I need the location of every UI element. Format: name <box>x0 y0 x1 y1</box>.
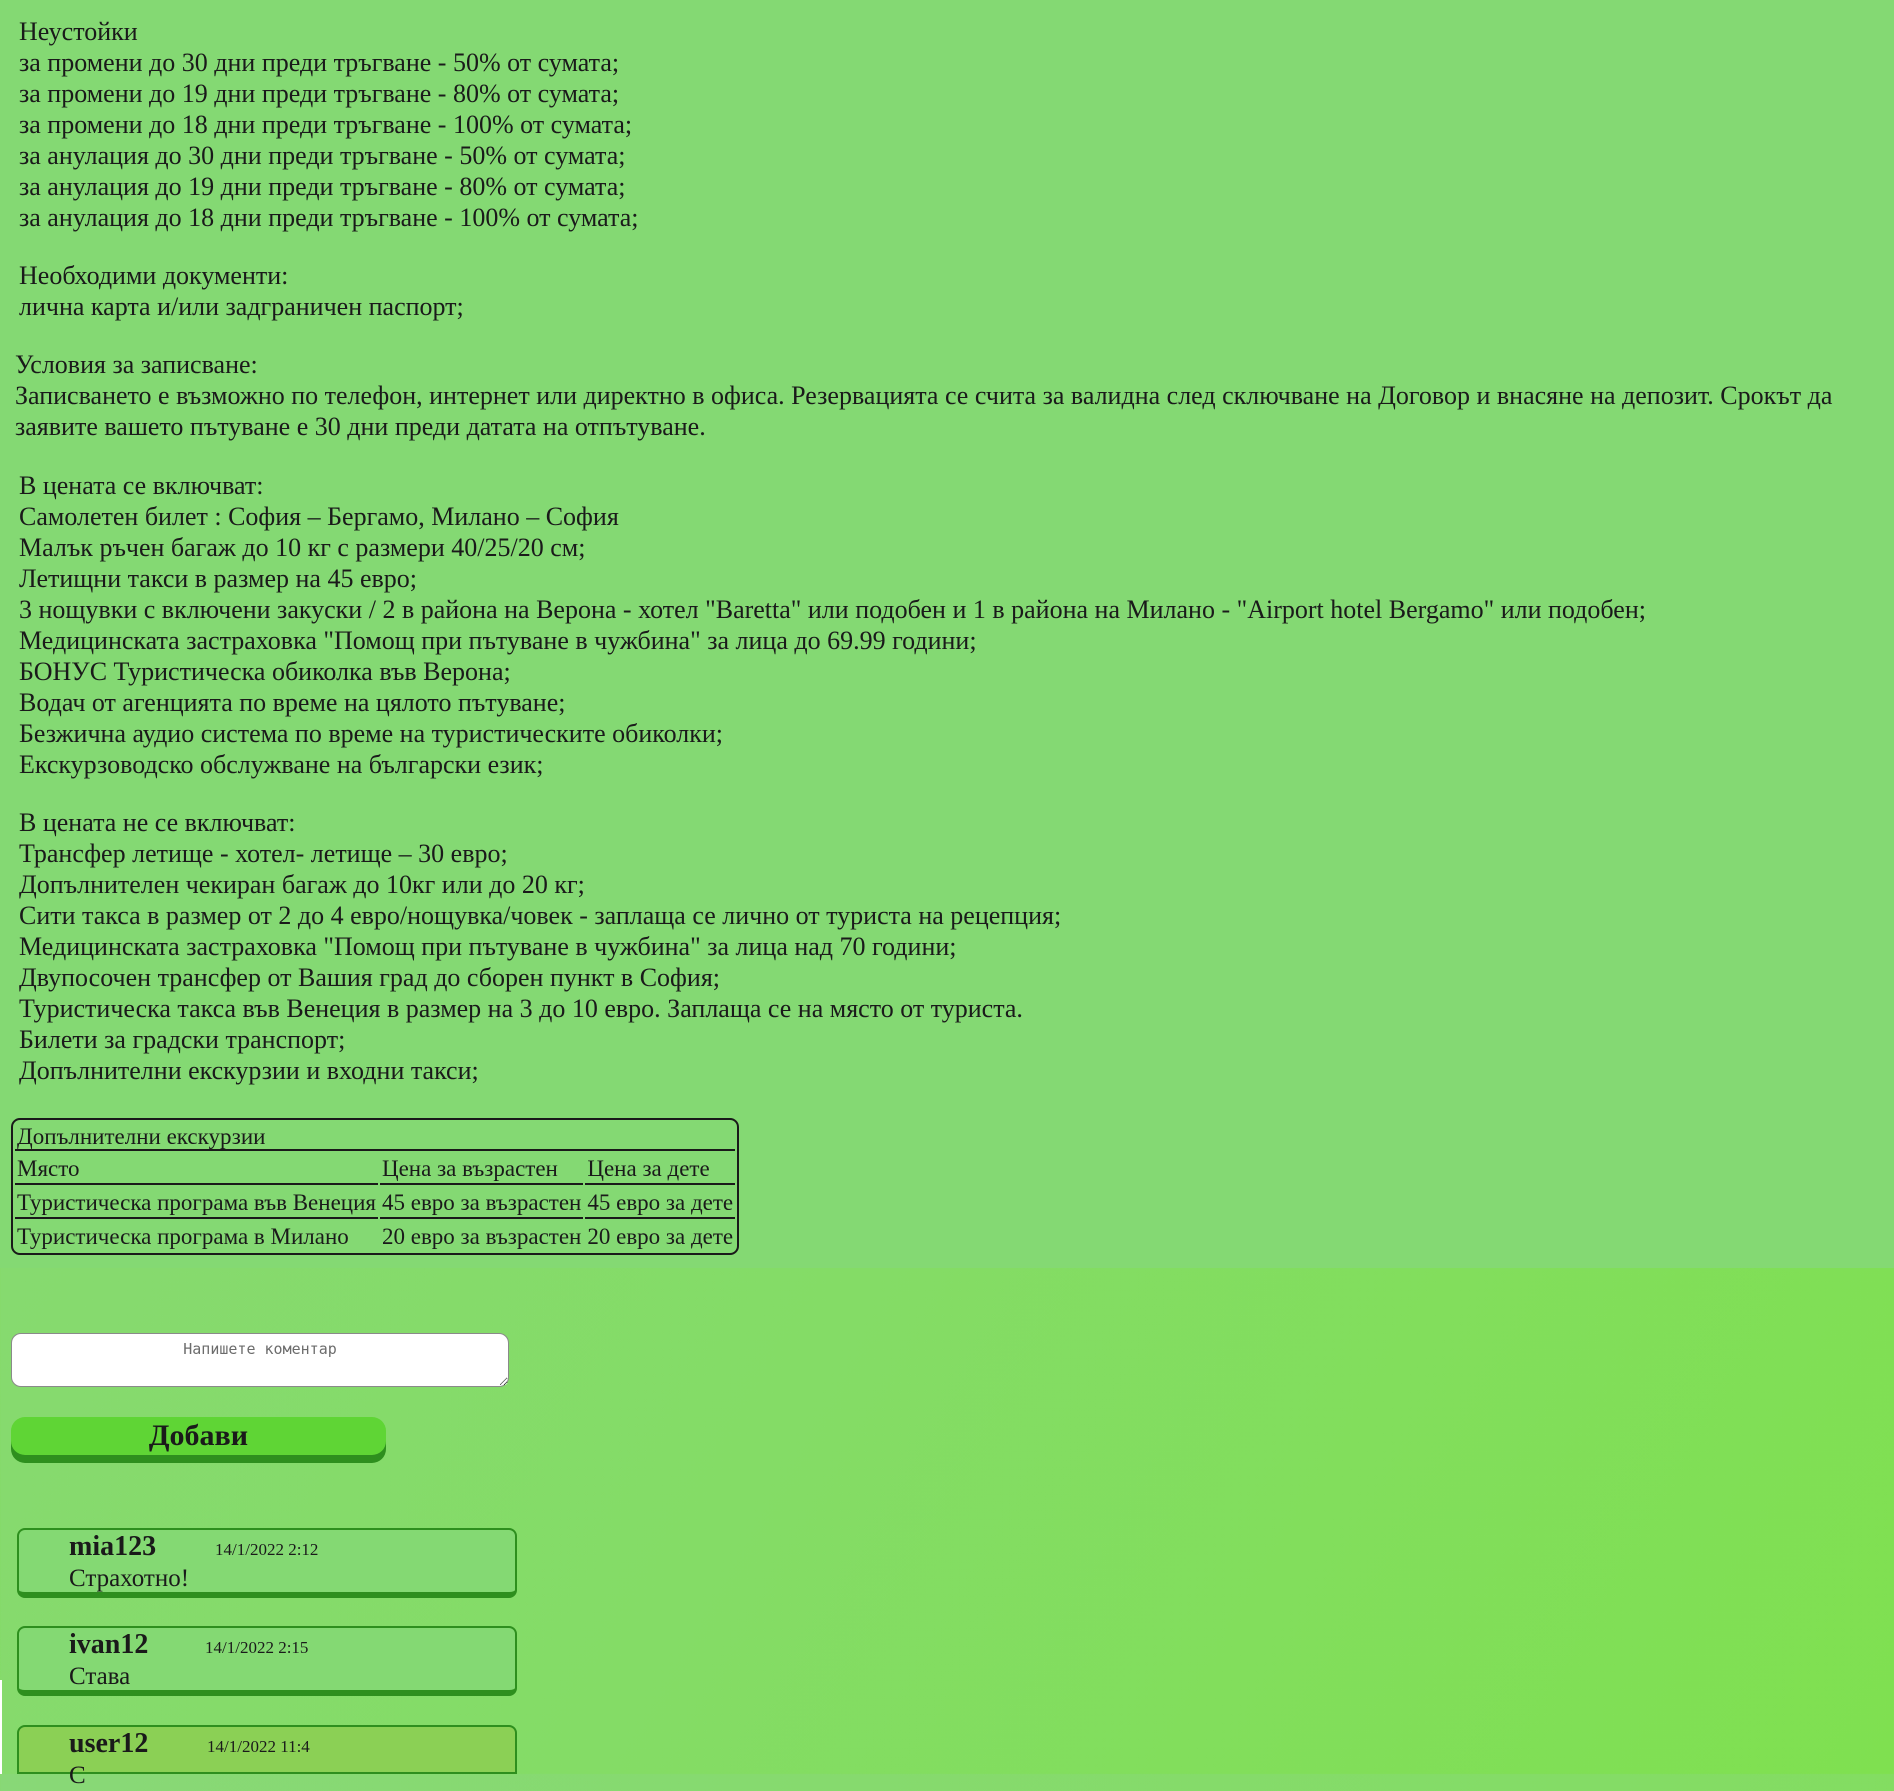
penalties-heading: Неустойки <box>19 17 138 46</box>
table-row: Туристическа програма в Милано 20 евро з… <box>15 1221 735 1251</box>
included-item: Малък ръчен багаж до 10 кг с размери 40/… <box>19 533 586 562</box>
not-included-item: Трансфер летище - хотел- летище – 30 евр… <box>19 839 508 868</box>
comment-timestamp: 14/1/2022 2:15 <box>205 1638 309 1657</box>
table-cell: 45 евро за възрастен <box>379 1187 584 1219</box>
included-item: Летищни такси в размер на 45 евро; <box>19 564 417 593</box>
comment-timestamp: 14/1/2022 2:12 <box>215 1540 319 1559</box>
documents-section: Необходими документи: лична карта и/или … <box>19 260 464 322</box>
comment-card: mia123 14/1/2022 2:12 Страхотно! <box>17 1528 517 1598</box>
comment-card: user12 14/1/2022 11:4 С <box>17 1725 517 1789</box>
not-included-item: Туристическа такса във Венеция в размер … <box>19 994 1023 1023</box>
conditions-heading: Условия за записване: <box>15 350 258 379</box>
included-item: Самолетен билет : София – Бергамо, Милан… <box>19 502 619 531</box>
table-cell: 45 евро за дете <box>585 1187 736 1219</box>
documents-heading: Необходими документи: <box>19 261 289 290</box>
not-included-item: Сити такса в размер от 2 до 4 евро/нощув… <box>19 901 1062 930</box>
included-section: В цената се включват: Самолетен билет : … <box>19 470 1646 780</box>
included-item: 3 нощувки с включени закуски / 2 в район… <box>19 595 1646 624</box>
comment-timestamp: 14/1/2022 11:4 <box>207 1737 310 1756</box>
table-caption-row: Допълнителни екскурзии <box>15 1122 736 1151</box>
comment-author: user12 <box>69 1728 149 1759</box>
penalties-section: Неустойки за промени до 30 дни преди тръ… <box>19 16 638 233</box>
table-caption: Допълнителни екскурзии <box>15 1122 736 1151</box>
comment-author: mia123 <box>69 1531 157 1562</box>
comment-text: С <box>69 1762 86 1789</box>
comment-text: Става <box>69 1663 131 1690</box>
included-item: Екскурзоводско обслужване на български е… <box>19 750 544 779</box>
penalty-item: за промени до 30 дни преди тръгване - 50… <box>19 48 620 77</box>
table-row: Туристическа програма във Венеция 45 евр… <box>15 1187 736 1219</box>
included-item: Медицинската застраховка "Помощ при пъту… <box>19 626 977 655</box>
included-heading: В цената се включват: <box>19 471 264 500</box>
penalty-item: за анулация до 18 дни преди тръгване - 1… <box>19 203 639 232</box>
included-item: Водач от агенцията по време на цялото пъ… <box>19 688 566 717</box>
not-included-item: Допълнителни екскурзии и входни такси; <box>19 1056 479 1085</box>
comment-author: ivan12 <box>69 1629 149 1660</box>
penalty-item: за анулация до 19 дни преди тръгване - 8… <box>19 172 626 201</box>
penalty-item: за анулация до 30 дни преди тръгване - 5… <box>19 141 626 170</box>
included-item: БОНУС Туристическа обиколка във Верона; <box>19 657 511 686</box>
not-included-item: Билети за градски транспорт; <box>19 1025 346 1054</box>
table-header-row: Място Цена за възрастен Цена за дете <box>15 1153 736 1185</box>
penalty-item: за промени до 19 дни преди тръгване - 80… <box>19 79 620 108</box>
window-edge <box>0 1680 2 1774</box>
document-item: лична карта и/или задграничен паспорт; <box>19 292 464 321</box>
excursions-table: Допълнителни екскурзии Място Цена за въз… <box>11 1118 740 1255</box>
table-header-cell: Цена за дете <box>585 1153 736 1185</box>
conditions-section: Условия за записване: Записването е възм… <box>15 349 1887 442</box>
penalty-item: за промени до 18 дни преди тръгване - 10… <box>19 110 633 139</box>
table-cell: 20 евро за дете <box>587 1224 734 1249</box>
table-header-cell: Място <box>15 1153 378 1185</box>
conditions-text: Записването е възможно по телефон, интер… <box>15 381 1833 441</box>
not-included-item: Допълнителен чекиран багаж до 10кг или д… <box>19 870 585 899</box>
not-included-section: В цената не се включват: Трансфер летище… <box>19 807 1061 1086</box>
comment-input[interactable] <box>11 1333 509 1387</box>
included-item: Безжична аудио система по време на турис… <box>19 719 723 748</box>
not-included-item: Двупосочен трансфер от Вашия град до сбо… <box>19 963 720 992</box>
add-comment-button[interactable]: Добави <box>11 1417 386 1455</box>
table-cell: Туристическа програма във Венеция <box>15 1187 378 1219</box>
table-cell: Туристическа програма в Милано <box>17 1224 349 1249</box>
table-header-cell: Цена за възрастен <box>379 1153 584 1185</box>
table-cell: 20 евро за възрастен <box>381 1224 582 1249</box>
comment-text: Страхотно! <box>69 1565 190 1592</box>
not-included-heading: В цената не се включват: <box>19 808 296 837</box>
comment-card: ivan12 14/1/2022 2:15 Става <box>17 1626 517 1696</box>
not-included-item: Медицинската застраховка "Помощ при пъту… <box>19 932 957 961</box>
